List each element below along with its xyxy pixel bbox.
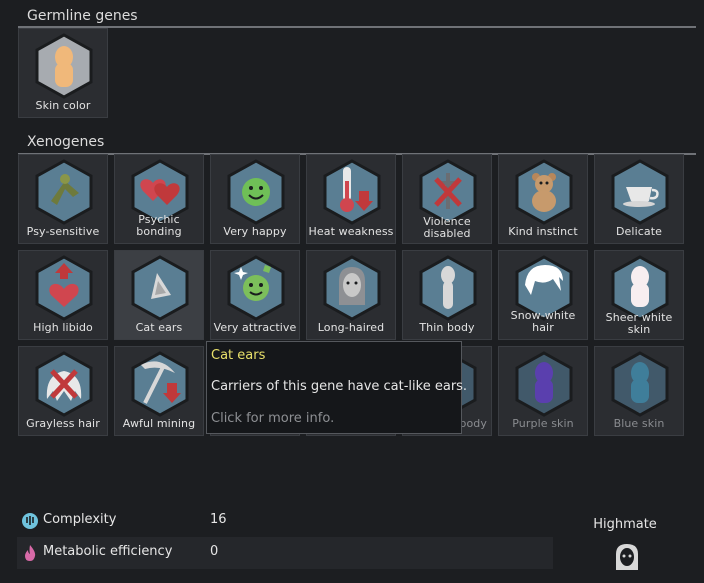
thin-body-icon — [419, 255, 477, 321]
highmate-xenotype-icon[interactable] — [613, 542, 641, 572]
gene-label: Psy-sensitive — [26, 225, 100, 238]
gene-label: Skin color — [35, 99, 91, 112]
gene-label: Grayless hair — [26, 417, 100, 430]
gene-tile-grayless-hair[interactable]: Grayless hair — [18, 346, 108, 436]
gene-tile-blue-skin[interactable]: Blue skin — [594, 346, 684, 436]
very-happy-icon — [227, 159, 285, 225]
gene-tile-heat-weakness[interactable]: Heat weakness — [306, 154, 396, 244]
gene-label: Snow-white hair — [510, 309, 576, 334]
gene-tile-long-haired[interactable]: Long-haired — [306, 250, 396, 340]
blue-skin-icon — [611, 351, 669, 417]
gene-tile-thin-body[interactable]: Thin body — [402, 250, 492, 340]
purple-skin-icon — [515, 351, 573, 417]
metabolic-icon — [25, 545, 36, 561]
xenotype-name: Highmate — [593, 517, 657, 532]
gene-tile-awful-mining[interactable]: Awful mining — [114, 346, 204, 436]
gene-tile-purple-skin[interactable]: Purple skin — [498, 346, 588, 436]
gene-label: Purple skin — [512, 417, 574, 430]
gene-label: Kind instinct — [508, 225, 578, 238]
cat-ears-icon — [131, 255, 189, 321]
grayless-hair-icon — [35, 351, 93, 417]
gene-label: Very attractive — [213, 321, 297, 334]
gene-label: Psychic bonding — [136, 213, 182, 238]
gene-tile-psychic-bonding[interactable]: Psychic bonding — [114, 154, 204, 244]
heat-weakness-icon — [323, 159, 381, 225]
complexity-icon — [22, 513, 38, 529]
high-libido-icon — [35, 255, 93, 321]
gene-tile-very-happy[interactable]: Very happy — [210, 154, 300, 244]
gene-label: Violence disabled — [423, 215, 471, 240]
stat-row-metabolic: Metabolic efficiency 0 — [17, 537, 553, 569]
gene-tile-kind-instinct[interactable]: Kind instinct — [498, 154, 588, 244]
gene-label: Very happy — [223, 225, 287, 238]
stat-value: 0 — [210, 544, 219, 559]
stat-value: 16 — [210, 512, 227, 527]
skin-color-icon — [35, 33, 93, 99]
gene-label: Awful mining — [122, 417, 196, 430]
gene-label: body — [459, 417, 487, 430]
tooltip-description: Carriers of this gene have cat-like ears… — [211, 379, 468, 394]
gene-label: Long-haired — [317, 321, 385, 334]
tooltip-hint: Click for more info. — [211, 411, 335, 426]
stat-label: Metabolic efficiency — [43, 544, 173, 559]
awful-mining-icon — [131, 351, 189, 417]
long-haired-icon — [323, 255, 381, 321]
gene-tooltip: Cat ears Carriers of this gene have cat-… — [206, 341, 467, 434]
gene-tile-psy-sensitive[interactable]: Psy-sensitive — [18, 154, 108, 244]
gene-label: Cat ears — [135, 321, 183, 334]
gene-label: Delicate — [615, 225, 663, 238]
stat-row-complexity: Complexity 16 — [17, 505, 553, 537]
germline-section-title: Germline genes — [27, 8, 138, 24]
gene-tile-snow-white-hair[interactable]: Snow-white hair — [498, 250, 588, 340]
gene-tile-cat-ears[interactable]: Cat ears — [114, 250, 204, 340]
gene-label: High libido — [33, 321, 93, 334]
gene-label: Sheer white skin — [605, 311, 673, 336]
very-attractive-icon — [227, 255, 285, 321]
stat-label: Complexity — [43, 512, 117, 527]
gene-tile-sheer-white-skin[interactable]: Sheer white skin — [594, 250, 684, 340]
gene-label: Thin body — [419, 321, 475, 334]
xenogenes-section-title: Xenogenes — [27, 134, 105, 150]
gene-tile-delicate[interactable]: Delicate — [594, 154, 684, 244]
kind-instinct-icon — [515, 159, 573, 225]
gene-label: Heat weakness — [308, 225, 394, 238]
germline-divider — [18, 26, 696, 28]
delicate-icon — [611, 159, 669, 225]
gene-tile-skin-color[interactable]: Skin color — [18, 28, 108, 118]
psy-sensitive-icon — [35, 159, 93, 225]
gene-tile-violence-disabled[interactable]: Violence disabled — [402, 154, 492, 244]
tooltip-title: Cat ears — [211, 348, 266, 363]
gene-tile-high-libido[interactable]: High libido — [18, 250, 108, 340]
gene-tile-very-attractive[interactable]: Very attractive — [210, 250, 300, 340]
gene-label: Blue skin — [613, 417, 665, 430]
